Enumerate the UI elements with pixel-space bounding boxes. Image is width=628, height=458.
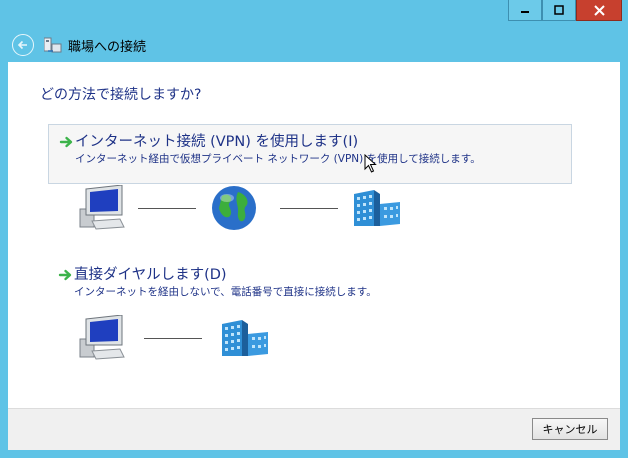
option-direct-dial[interactable]: 直接ダイヤルします(D) インターネットを経由しないで、電話番号で直接に接続しま…	[48, 258, 572, 298]
green-arrow-icon	[59, 136, 73, 148]
office-building-icon	[354, 190, 400, 226]
maximize-icon	[554, 5, 564, 15]
option-vpn-description: インターネット経由で仮想プライベート ネットワーク (VPN) を使用して接続し…	[75, 153, 481, 165]
office-building-icon	[222, 320, 268, 356]
network-connection-icon	[44, 37, 62, 53]
back-button[interactable]	[12, 34, 34, 56]
option-vpn-title: インターネット接続 (VPN) を使用します(I)	[75, 134, 359, 150]
option-direct-dial-title: 直接ダイヤルします(D)	[74, 267, 227, 283]
close-button[interactable]	[576, 0, 622, 21]
back-arrow-icon	[17, 40, 27, 50]
minimize-icon	[521, 11, 529, 13]
dialog-footer: キャンセル	[8, 408, 620, 450]
computer-icon	[79, 185, 125, 230]
dialog-window: 職場への接続 どの方法で接続しますか? インターネット接続 (VPN) を使用し…	[0, 0, 628, 458]
option-direct-dial-description: インターネットを経由しないで、電話番号で直接に接続します。	[74, 286, 377, 298]
maximize-button[interactable]	[542, 0, 576, 21]
option-vpn[interactable]: インターネット接続 (VPN) を使用します(I) インターネット経由で仮想プラ…	[48, 124, 572, 184]
connection-line	[280, 207, 338, 209]
globe-icon	[212, 186, 256, 230]
window-title: 職場への接続	[68, 39, 147, 55]
green-arrow-icon	[58, 269, 72, 281]
mouse-cursor-icon	[364, 154, 377, 173]
vpn-diagram	[70, 184, 402, 232]
close-icon	[593, 4, 605, 16]
dial-diagram	[70, 314, 270, 362]
cancel-button[interactable]: キャンセル	[532, 418, 608, 440]
title-bar: 職場への接続	[8, 28, 620, 62]
dialog-content: どの方法で接続しますか? インターネット接続 (VPN) を使用します(I) イ…	[8, 62, 620, 408]
connection-line	[138, 207, 196, 209]
connection-line	[144, 337, 202, 339]
page-heading: どの方法で接続しますか?	[40, 87, 202, 103]
window-controls	[508, 0, 622, 21]
computer-icon	[79, 315, 125, 360]
minimize-button[interactable]	[508, 0, 542, 21]
